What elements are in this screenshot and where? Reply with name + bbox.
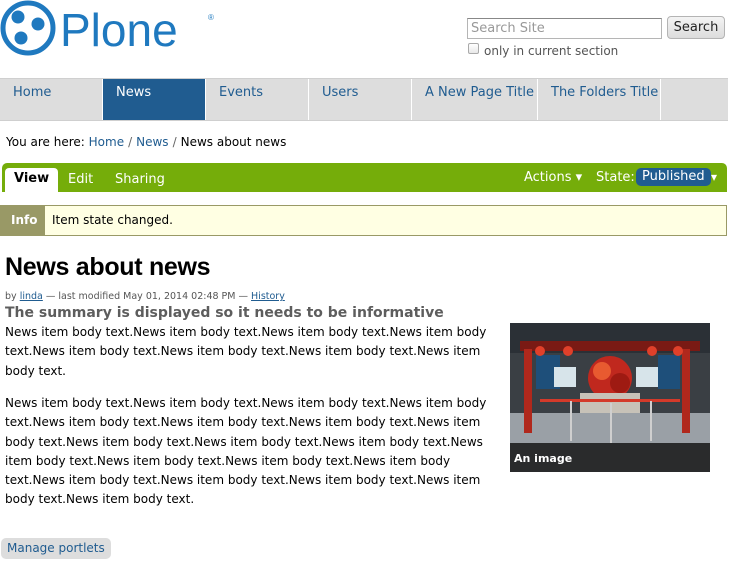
- search-button[interactable]: Search: [667, 16, 725, 39]
- nav-tab-users[interactable]: Users: [309, 79, 412, 120]
- state-badge[interactable]: Published: [636, 168, 711, 186]
- nav-tab-new-page[interactable]: A New Page Title: [412, 79, 538, 120]
- plone-logo[interactable]: Plone ®: [0, 0, 220, 60]
- nav-tab-home[interactable]: Home: [0, 79, 103, 120]
- byline-by: by: [5, 291, 17, 302]
- info-text: Item state changed.: [52, 213, 173, 227]
- nav-tab-news[interactable]: News: [103, 79, 206, 120]
- byline-modified: — last modified May 01, 2014 02:48 PM —: [45, 291, 248, 302]
- actions-menu[interactable]: Actions ▾: [524, 170, 582, 185]
- description-summary: The summary is displayed so it needs to …: [5, 305, 444, 321]
- tab-edit[interactable]: Edit: [59, 168, 102, 192]
- tab-sharing[interactable]: Sharing: [106, 168, 174, 192]
- body-paragraph: News item body text.News item body text.…: [5, 396, 487, 507]
- global-nav: Home News Events Users A New Page Title …: [0, 78, 728, 121]
- svg-text:®: ®: [208, 13, 214, 22]
- nav-tab-events[interactable]: Events: [206, 79, 309, 120]
- byline-author[interactable]: linda: [20, 291, 43, 302]
- manage-portlets-button[interactable]: Manage portlets: [1, 538, 111, 559]
- tab-view[interactable]: View: [5, 168, 59, 192]
- info-message: Info Item state changed.: [0, 205, 727, 236]
- logo-text: Plone: [60, 4, 178, 56]
- info-badge: Info: [1, 206, 45, 235]
- body-paragraph: News item body text.News item body text.…: [5, 325, 487, 378]
- news-image[interactable]: An image: [510, 323, 710, 472]
- breadcrumb-separator: /: [128, 135, 133, 149]
- chevron-down-icon[interactable]: ▾: [711, 170, 717, 184]
- image-caption: An image: [510, 443, 710, 472]
- breadcrumb: You are here: Home / News / News about news: [6, 135, 286, 149]
- plone-logo-icon: Plone ®: [0, 0, 214, 56]
- search-input[interactable]: [467, 18, 662, 39]
- document-byline: by linda — last modified May 01, 2014 02…: [5, 291, 285, 302]
- breadcrumb-separator: /: [172, 135, 177, 149]
- page-title: News about news: [5, 253, 211, 281]
- breadcrumb-current: News about news: [180, 135, 287, 149]
- edit-bar: View Edit Sharing Actions ▾ State: Publi…: [2, 163, 727, 192]
- breadcrumb-home[interactable]: Home: [89, 135, 124, 149]
- state-label: State:: [596, 170, 635, 185]
- current-section-checkbox[interactable]: [468, 43, 479, 54]
- breadcrumb-news[interactable]: News: [136, 135, 168, 149]
- nav-tab-folders[interactable]: The Folders Title: [538, 79, 661, 120]
- breadcrumb-prefix: You are here:: [6, 135, 85, 149]
- current-section-label: only in current section: [484, 44, 619, 58]
- history-link[interactable]: History: [251, 291, 285, 302]
